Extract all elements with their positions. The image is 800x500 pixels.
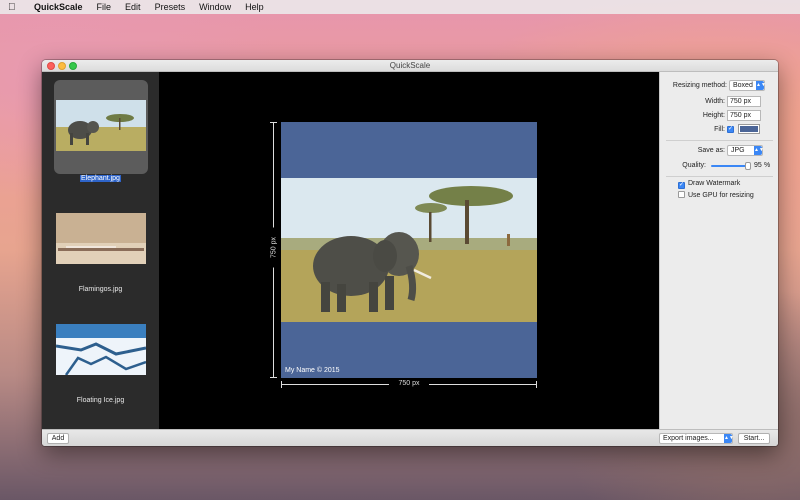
save-as-value: JPG [731,147,745,154]
quality-row: Quality: 95 % [660,160,778,172]
close-window-button[interactable] [47,62,55,70]
quality-slider-knob[interactable] [745,162,751,170]
separator [666,140,773,141]
height-label: Height: [702,112,725,119]
apple-logo-icon[interactable]:  [8,2,22,13]
preview-box: My Name © 2015 [281,122,537,378]
export-images-label: Export images... [663,435,714,442]
save-as-label: Save as: [697,147,725,154]
menu-edit[interactable]: Edit [125,2,141,12]
bottom-toolbar: Add Export images... ▲▼ Start... [42,429,778,446]
fill-color-well[interactable] [738,124,760,134]
settings-panel: Resizing method: Boxed ▲▼ Width: 750 px … [659,72,778,429]
width-row: Width: 750 px [660,96,778,108]
image-list-label-floating-ice[interactable]: Floating Ice.jpg [42,397,159,404]
use-gpu-label[interactable]: Use GPU for resizing [688,192,754,199]
quality-label: Quality: [682,162,706,169]
resizing-method-label: Resizing method: [672,82,727,89]
fill-label: Fill: [714,126,725,133]
use-gpu-row[interactable]: Use GPU for resizing [678,191,778,203]
popup-arrows-icon: ▲▼ [724,434,734,443]
flamingos-thumbnail-image[interactable] [56,213,146,264]
menu-app-name[interactable]: QuickScale [34,2,83,12]
image-list-sidebar: Elephant.jpg Flamingos.jpg Floating Ice.… [42,72,159,429]
draw-watermark-checkbox[interactable]: ✓ [678,182,685,189]
draw-watermark-label[interactable]: Draw Watermark [688,180,740,187]
save-as-row: Save as: JPG ▲▼ [660,145,778,157]
title-bar[interactable]: QuickScale [42,60,778,72]
use-gpu-checkbox[interactable] [678,191,685,198]
elephant-preview-image [281,178,537,322]
width-dimension-label: 750 px [389,380,429,387]
menu-bar:  QuickScale File Edit Presets Window He… [0,0,800,14]
save-as-popup[interactable]: JPG ▲▼ [727,145,764,156]
resizing-method-value: Boxed [733,82,753,89]
fill-row: Fill: ✓ [660,124,778,136]
popup-arrows-icon: ▲▼ [756,81,766,90]
resizing-method-popup[interactable]: Boxed ▲▼ [729,80,766,91]
app-window: QuickScale Elephant.jpg Flamingos.jpg Fl… [42,60,778,446]
menu-presets[interactable]: Presets [155,2,186,12]
height-field[interactable]: 750 px [727,110,761,121]
resizing-method-row: Resizing method: Boxed ▲▼ [660,80,778,92]
image-list-item-elephant[interactable] [54,80,148,174]
floating-ice-thumbnail-image[interactable] [56,324,146,375]
popup-arrows-icon: ▲▼ [754,146,764,155]
menu-help[interactable]: Help [245,2,264,12]
elephant-thumbnail-image [56,100,146,151]
watermark-text: My Name © 2015 [285,367,340,374]
quality-value: 95 [754,162,762,169]
image-list-label-flamingos[interactable]: Flamingos.jpg [42,286,159,293]
preview-canvas: My Name © 2015 750 px 750 px [159,72,659,429]
width-field[interactable]: 750 px [727,96,761,107]
zoom-window-button[interactable] [69,62,77,70]
height-row: Height: 750 px [660,110,778,122]
add-button[interactable]: Add [47,433,69,444]
menu-window[interactable]: Window [199,2,231,12]
height-dimension-label: 750 px [270,227,278,268]
width-label: Width: [705,98,725,105]
start-button[interactable]: Start... [738,433,770,444]
quality-unit: % [764,162,771,169]
separator [666,176,773,177]
window-title: QuickScale [389,61,431,70]
menu-file[interactable]: File [97,2,112,12]
minimize-window-button[interactable] [58,62,66,70]
export-images-popup[interactable]: Export images... ▲▼ [659,433,734,444]
fill-checkbox[interactable]: ✓ [727,126,734,133]
image-list-label-elephant[interactable]: Elephant.jpg [42,175,159,182]
